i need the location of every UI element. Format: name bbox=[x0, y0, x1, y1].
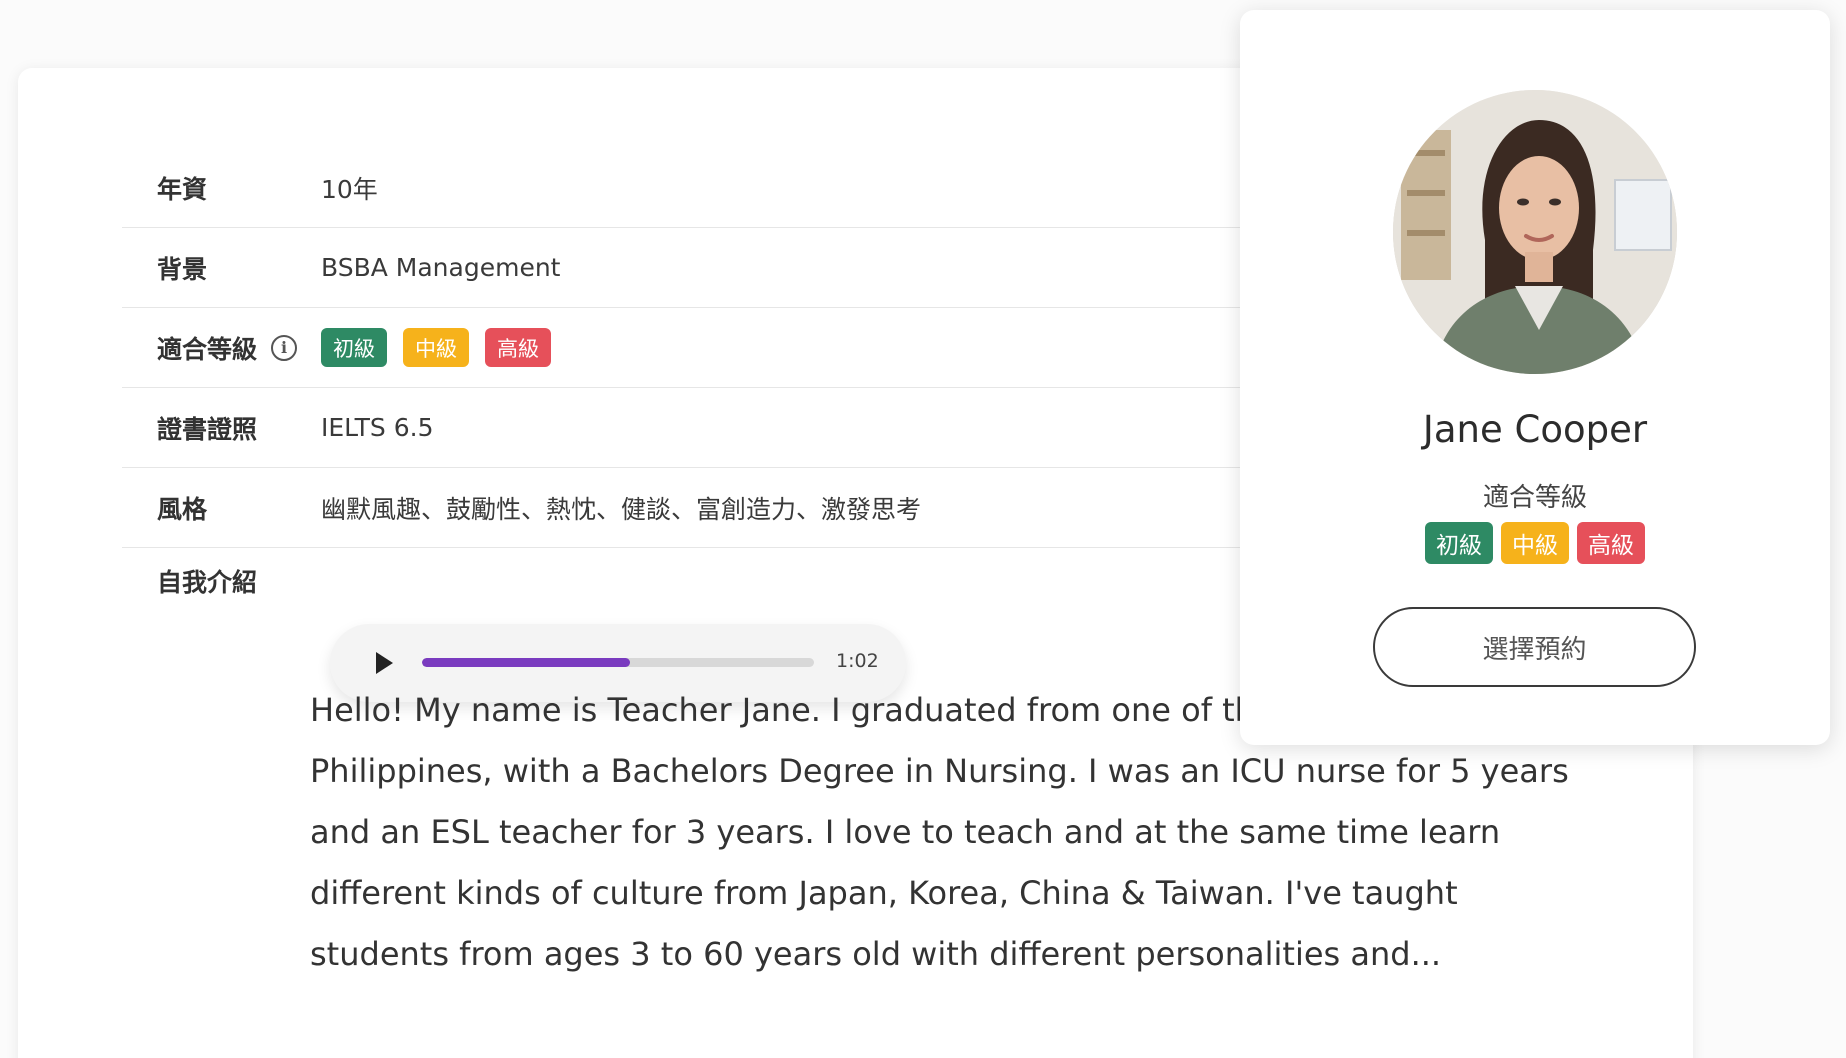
style-label: 風格 bbox=[157, 494, 208, 524]
profile-tag-beginner: 初級 bbox=[1425, 522, 1493, 564]
level-label-group: 適合等級 i bbox=[157, 330, 298, 366]
detail-row-style: 風格 幽默風趣、鼓勵性、熱忱、健談、富創造力、激發思考 bbox=[122, 468, 1247, 548]
audio-progress-fill bbox=[422, 658, 630, 667]
detail-row-level: 適合等級 i 初級 中級 高級 bbox=[122, 308, 1247, 388]
level-label: 適合等級 bbox=[157, 334, 258, 364]
teacher-name: Jane Cooper bbox=[1422, 408, 1648, 451]
experience-value: 10年 bbox=[321, 174, 378, 204]
level-tag-advanced: 高級 bbox=[485, 328, 551, 367]
certificates-value: IELTS 6.5 bbox=[321, 413, 434, 442]
self-intro-label: 自我介紹 bbox=[157, 568, 258, 597]
background-label: 背景 bbox=[157, 254, 208, 284]
level-tag-intermediate: 中級 bbox=[403, 328, 469, 367]
audio-progress-track[interactable] bbox=[422, 658, 814, 667]
background-value: BSBA Management bbox=[321, 253, 561, 282]
avatar-portrait bbox=[1393, 90, 1677, 374]
profile-tag-advanced: 高級 bbox=[1577, 522, 1645, 564]
book-button[interactable]: 選擇預約 bbox=[1373, 607, 1696, 687]
teacher-profile-card: Jane Cooper 適合等級 初級 中級 高級 選擇預約 bbox=[1240, 10, 1830, 745]
profile-tag-intermediate: 中級 bbox=[1501, 522, 1569, 564]
profile-level-tags: 初級 中級 高級 bbox=[1240, 522, 1830, 564]
level-tag-beginner: 初級 bbox=[321, 328, 387, 367]
audio-duration: 1:02 bbox=[836, 650, 879, 672]
level-tags: 初級 中級 高級 bbox=[321, 328, 551, 367]
certificates-label: 證書證照 bbox=[157, 414, 258, 444]
page: 年資 10年 背景 BSBA Management 適合等級 i 初級 中級 高… bbox=[0, 0, 1846, 1058]
info-icon[interactable]: i bbox=[271, 334, 298, 361]
profile-level-label: 適合等級 bbox=[1482, 483, 1587, 513]
detail-row-certificates: 證書證照 IELTS 6.5 bbox=[122, 388, 1247, 468]
play-icon[interactable] bbox=[376, 652, 393, 674]
experience-label: 年資 bbox=[157, 174, 208, 204]
detail-row-background: 背景 BSBA Management bbox=[122, 228, 1247, 308]
detail-row-experience: 年資 10年 bbox=[122, 148, 1247, 228]
style-value: 幽默風趣、鼓勵性、熱忱、健談、富創造力、激發思考 bbox=[321, 494, 922, 524]
avatar bbox=[1393, 90, 1677, 374]
